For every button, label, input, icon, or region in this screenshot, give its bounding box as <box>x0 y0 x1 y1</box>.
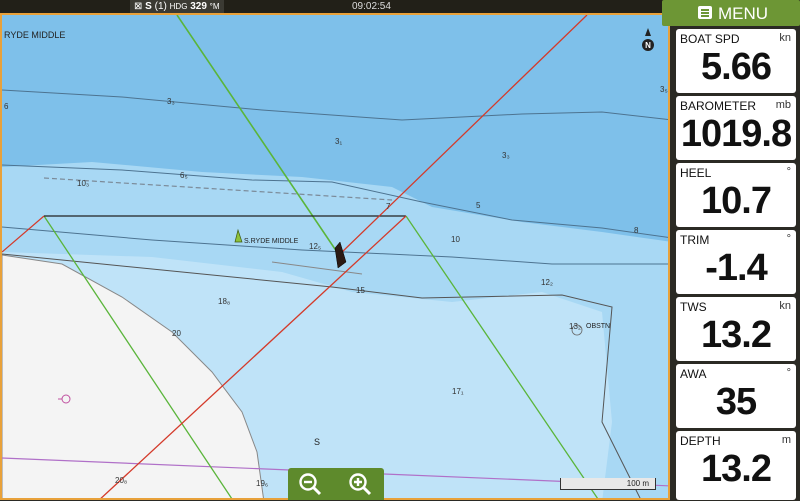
instrument-tile-depth[interactable]: DEPTH m 13.2 <box>676 431 796 500</box>
instrument-unit: ° <box>786 233 791 245</box>
instrument-value: 1019.8 <box>680 113 792 155</box>
depth-sounding: 13₂ <box>569 322 581 331</box>
depth-sounding: 3₅ <box>660 85 668 94</box>
sat-count: (1) <box>154 1 167 12</box>
zoom-out-icon <box>299 473 322 496</box>
depth-sounding: 18₈ <box>218 297 230 306</box>
hdg-value: 329 <box>190 1 207 12</box>
instrument-label: HEEL <box>680 166 712 180</box>
instrument-value: 10.7 <box>701 180 772 222</box>
depth-sounding: 6 <box>4 102 9 111</box>
menu-button[interactable]: MENU <box>662 0 800 26</box>
north-arrow-icon[interactable]: N <box>641 28 655 58</box>
instrument-tile-trim[interactable]: TRIM ° -1.4 <box>676 230 796 294</box>
status-heading-box: ⊠ S (1) HDG 329 °M <box>130 0 224 13</box>
chart-map[interactable]: RYDE MIDDLE S.RYDE MIDDLE OBSTN S 3₃ 3₁ … <box>2 15 670 500</box>
instrument-value: 5.66 <box>701 46 772 88</box>
depth-sounding: 5 <box>476 201 481 210</box>
instrument-unit: kn <box>779 300 791 312</box>
instrument-label: AWA <box>680 367 707 381</box>
satellite-icon: ⊠ <box>134 1 143 12</box>
depth-sounding: 3₃ <box>167 97 175 106</box>
depth-contour <box>2 89 668 121</box>
instrument-label: TRIM <box>680 233 710 247</box>
hdg-label: HDG <box>169 2 188 11</box>
instrument-tile-boat-speed[interactable]: BOAT SPD kn 5.66 <box>676 29 796 93</box>
instrument-tile-barometer[interactable]: BAROMETER mb 1019.8 <box>676 96 796 160</box>
instrument-tile-heel[interactable]: HEEL ° 10.7 <box>676 163 796 227</box>
menu-label: MENU <box>718 4 769 23</box>
instrument-tile-tws[interactable]: TWS kn 13.2 <box>676 297 796 361</box>
depth-sounding: 12₂ <box>541 278 553 287</box>
sat-status: S <box>145 1 152 12</box>
depth-sounding: 3₁ <box>335 137 342 146</box>
scale-bar: 100 m <box>560 478 656 490</box>
instrument-value: -1.4 <box>705 247 767 289</box>
depth-sounding: 7 <box>386 202 391 211</box>
clock: 09:02:54 <box>352 1 391 12</box>
depth-sounding: 6₅ <box>180 171 188 180</box>
instrument-value: 35 <box>715 381 757 423</box>
zoom-in-button[interactable] <box>348 472 372 496</box>
instrument-unit: m <box>781 434 791 446</box>
instrument-label: BAROMETER <box>680 99 757 113</box>
instrument-value: 13.2 <box>701 448 772 490</box>
hdg-unit: °M <box>209 2 220 11</box>
instrument-unit: mb <box>775 99 791 111</box>
depth-sounding: 10 <box>451 235 460 244</box>
depth-sounding: 12₅ <box>309 242 321 251</box>
north-label: N <box>645 41 651 50</box>
zoom-controls <box>288 468 384 500</box>
depth-sounding: 10₃ <box>77 179 89 188</box>
instrument-value: 13.2 <box>701 314 772 356</box>
zoom-out-button[interactable] <box>298 472 322 496</box>
chart-view[interactable]: RYDE MIDDLE S.RYDE MIDDLE OBSTN S 3₃ 3₁ … <box>0 13 670 500</box>
seabed-label: S <box>314 437 320 447</box>
zoom-in-icon <box>349 473 372 496</box>
depth-sounding: 3₃ <box>502 151 510 160</box>
obstn-label: OBSTN <box>586 323 610 330</box>
depth-sounding: 20 <box>172 329 181 338</box>
instrument-unit: ° <box>786 166 791 178</box>
buoy-label: S.RYDE MIDDLE <box>244 238 299 245</box>
location-label: RYDE MIDDLE <box>4 30 65 40</box>
depth-sounding: 20₈ <box>115 476 127 485</box>
instrument-label: DEPTH <box>680 434 721 448</box>
instrument-label: TWS <box>680 300 707 314</box>
instrument-unit: kn <box>779 32 791 44</box>
depth-sounding: 15 <box>356 286 365 295</box>
menu-icon <box>698 6 712 19</box>
depth-sounding: 8 <box>634 226 639 235</box>
depth-sounding: 17₁ <box>452 387 464 396</box>
instrument-tile-awa[interactable]: AWA ° 35 <box>676 364 796 428</box>
instrument-label: BOAT SPD <box>680 32 740 46</box>
depth-sounding: 19₆ <box>256 479 268 488</box>
instrument-unit: ° <box>786 367 791 379</box>
